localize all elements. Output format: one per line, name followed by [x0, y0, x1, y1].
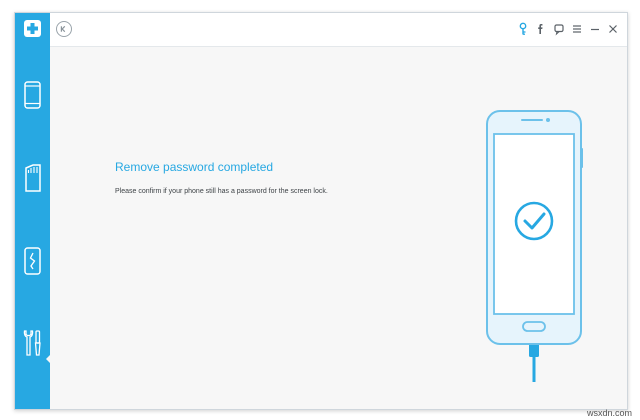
- menu-icon: [573, 25, 581, 33]
- page-title: Remove password completed: [115, 160, 274, 174]
- app-window: Remove password completed Please confirm…: [14, 12, 628, 410]
- close-button[interactable]: [607, 21, 619, 37]
- minimize-button[interactable]: [589, 21, 601, 37]
- close-icon: [609, 25, 617, 33]
- minimize-icon: [591, 28, 599, 31]
- broken-phone-icon: [24, 247, 41, 275]
- facebook-button[interactable]: [535, 21, 547, 37]
- sidebar-item-sd-card[interactable]: [15, 157, 50, 199]
- phone-icon: [24, 81, 41, 109]
- phone-success-check-icon: [486, 110, 583, 382]
- title-actions: [517, 21, 619, 37]
- instruction-text: Please confirm if your phone still has a…: [115, 188, 328, 195]
- app-logo: [15, 13, 50, 46]
- sidebar-item-broken-phone[interactable]: [15, 240, 50, 282]
- key-button[interactable]: [517, 21, 529, 37]
- tools-icon: [23, 330, 41, 356]
- menu-button[interactable]: [571, 21, 583, 37]
- feedback-button[interactable]: [553, 21, 565, 37]
- watermark: wsxdn.com: [586, 408, 632, 418]
- sd-card-icon: [25, 164, 41, 192]
- sidebar: [15, 46, 52, 409]
- key-icon: [519, 22, 527, 35]
- sidebar-item-phone[interactable]: [15, 74, 50, 116]
- feedback-icon: [554, 24, 564, 36]
- phone-illustration: [482, 108, 587, 388]
- plus-icon: [24, 20, 41, 37]
- sidebar-item-tools[interactable]: [15, 322, 50, 364]
- main-content: Remove password completed Please confirm…: [50, 46, 627, 409]
- title-bar: [15, 13, 627, 47]
- back-button[interactable]: [56, 21, 72, 37]
- facebook-icon: [538, 24, 543, 34]
- back-circle-icon: [60, 25, 66, 33]
